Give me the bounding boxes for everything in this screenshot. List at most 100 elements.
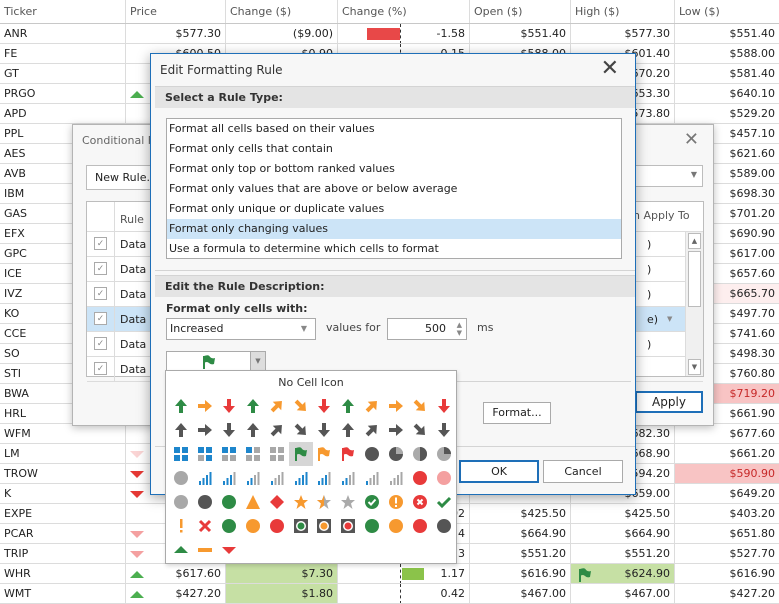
- quarter-4-icon[interactable]: [360, 442, 384, 466]
- arrow-right-gray-icon[interactable]: [384, 418, 408, 442]
- circle-pink-icon[interactable]: [432, 466, 456, 490]
- close-icon[interactable]: ✕: [684, 129, 699, 150]
- arrow-right-gray-icon[interactable]: [193, 418, 217, 442]
- triangle-orange-icon[interactable]: [241, 490, 265, 514]
- duration-spinner[interactable]: 500 ▲ ▼: [387, 318, 467, 340]
- column-header-open[interactable]: Open ($): [470, 0, 571, 23]
- diamond-red-icon[interactable]: [265, 490, 289, 514]
- check-circle-green-icon[interactable]: [360, 490, 384, 514]
- star-full-icon[interactable]: [289, 490, 313, 514]
- signal-4-icon[interactable]: [289, 466, 313, 490]
- scroll-up-icon[interactable]: ▲: [688, 233, 701, 249]
- arrow-upright-orange-icon[interactable]: [265, 394, 289, 418]
- boxes-2-icon[interactable]: [217, 442, 241, 466]
- apply-button[interactable]: Apply: [635, 391, 703, 413]
- exclaim-orange-icon[interactable]: [169, 514, 193, 538]
- circle-red-icon[interactable]: [265, 514, 289, 538]
- light-green-icon[interactable]: [289, 514, 313, 538]
- column-header-change[interactable]: Change (%): [338, 0, 470, 23]
- rule-checkbox[interactable]: ✓: [94, 337, 107, 350]
- flag-orange-icon[interactable]: [313, 442, 337, 466]
- arrow-up-gray-icon[interactable]: [169, 418, 193, 442]
- signal-3-icon[interactable]: [217, 466, 241, 490]
- rule-checkbox[interactable]: ✓: [94, 312, 107, 325]
- rule-type-list[interactable]: Format all cells based on their values Fo…: [166, 118, 622, 259]
- circle-orange-icon[interactable]: [384, 514, 408, 538]
- cancel-button[interactable]: Cancel: [543, 460, 623, 483]
- scroll-down-icon[interactable]: ▼: [688, 359, 701, 375]
- arrow-up-green-icon[interactable]: [336, 394, 360, 418]
- circle-orange-icon[interactable]: [241, 514, 265, 538]
- show-rules-for-combo[interactable]: ▼: [633, 165, 703, 187]
- arrow-downright-gray-icon[interactable]: [289, 418, 313, 442]
- boxes-1-icon[interactable]: [241, 442, 265, 466]
- signal-1-icon[interactable]: [360, 466, 384, 490]
- circle-green-icon[interactable]: [217, 490, 241, 514]
- rules-scrollbar[interactable]: ▲ ▼: [685, 232, 703, 376]
- flag-green-icon[interactable]: [288, 442, 313, 466]
- arrow-down-red-icon[interactable]: [217, 394, 241, 418]
- x-red-icon[interactable]: [193, 514, 217, 538]
- check-green-icon[interactable]: [432, 490, 456, 514]
- arrow-down-gray-icon[interactable]: [217, 418, 241, 442]
- column-header-price[interactable]: Price: [126, 0, 226, 23]
- star-empty-icon[interactable]: [336, 490, 360, 514]
- spin-arrows-icon[interactable]: ▲ ▼: [457, 321, 462, 337]
- rule-checkbox[interactable]: ✓: [94, 287, 107, 300]
- light-orange-icon[interactable]: [313, 514, 337, 538]
- icon-selector[interactable]: ▼: [166, 351, 266, 371]
- arrow-up-gray-icon[interactable]: [241, 418, 265, 442]
- flag-red-icon[interactable]: [336, 442, 360, 466]
- arrow-down-gray-icon[interactable]: [432, 418, 456, 442]
- signal-1-icon[interactable]: [265, 466, 289, 490]
- circle-green-icon[interactable]: [360, 514, 384, 538]
- circle-green-icon[interactable]: [217, 514, 241, 538]
- boxes-0-icon[interactable]: [265, 442, 289, 466]
- arrow-up-green-icon[interactable]: [169, 394, 193, 418]
- column-header-change[interactable]: Change ($): [226, 0, 338, 23]
- table-row[interactable]: WMT $427.20 $1.80 0.42 $467.00 $467.00 $427.20: [0, 584, 779, 604]
- table-row[interactable]: WHR $617.60 $7.30 1.17 $616.90 $624.90 $616.90: [0, 564, 779, 584]
- quarter-1-icon[interactable]: [432, 442, 456, 466]
- arrow-upright-gray-icon[interactable]: [265, 418, 289, 442]
- boxes-4-icon[interactable]: [169, 442, 193, 466]
- rule-type-item[interactable]: Format only unique or duplicate values: [167, 199, 621, 219]
- arrow-downright-orange-icon[interactable]: [289, 394, 313, 418]
- condition-dropdown[interactable]: Increased ▼: [166, 318, 316, 340]
- arrow-right-orange-icon[interactable]: [384, 394, 408, 418]
- rule-type-item[interactable]: Format all cells based on their values: [167, 119, 621, 139]
- signal-2-icon[interactable]: [241, 466, 265, 490]
- tri-down-red-icon[interactable]: [217, 538, 241, 562]
- circle-dark-icon[interactable]: [432, 514, 456, 538]
- quarter-3-icon[interactable]: [384, 442, 408, 466]
- arrow-downright-orange-icon[interactable]: [408, 394, 432, 418]
- rule-type-item[interactable]: Format only values that are above or bel…: [167, 179, 621, 199]
- signal-4-icon[interactable]: [193, 466, 217, 490]
- exclaim-circle-orange-icon[interactable]: [384, 490, 408, 514]
- tri-up-green-icon[interactable]: [169, 538, 193, 562]
- circle-gray-icon[interactable]: [169, 466, 193, 490]
- arrow-down-red-icon[interactable]: [313, 394, 337, 418]
- close-icon[interactable]: ✕: [601, 56, 619, 81]
- dash-orange-icon[interactable]: [193, 538, 217, 562]
- rule-type-item[interactable]: Use a formula to determine which cells t…: [167, 239, 621, 259]
- arrow-upright-orange-icon[interactable]: [360, 394, 384, 418]
- circle-red-icon[interactable]: [408, 466, 432, 490]
- rule-checkbox[interactable]: ✓: [94, 237, 107, 250]
- circle-gray-icon[interactable]: [169, 490, 193, 514]
- column-header-ticker[interactable]: Ticker: [0, 0, 126, 23]
- ok-button[interactable]: OK: [459, 460, 539, 483]
- arrow-down-gray-icon[interactable]: [313, 418, 337, 442]
- signal-0-icon[interactable]: [384, 466, 408, 490]
- circle-red-icon[interactable]: [408, 514, 432, 538]
- chevron-down-icon[interactable]: ▼: [250, 351, 266, 371]
- boxes-3-icon[interactable]: [193, 442, 217, 466]
- arrow-down-red-icon[interactable]: [432, 394, 456, 418]
- table-row[interactable]: ANR $577.30 ($9.00) -1.58 $551.40 $577.30 $551…: [0, 24, 779, 44]
- rule-checkbox[interactable]: ✓: [94, 362, 107, 375]
- arrow-upright-gray-icon[interactable]: [360, 418, 384, 442]
- signal-3-icon[interactable]: [313, 466, 337, 490]
- rule-type-item[interactable]: Format only top or bottom ranked values: [167, 159, 621, 179]
- arrow-up-green-icon[interactable]: [241, 394, 265, 418]
- arrow-right-orange-icon[interactable]: [193, 394, 217, 418]
